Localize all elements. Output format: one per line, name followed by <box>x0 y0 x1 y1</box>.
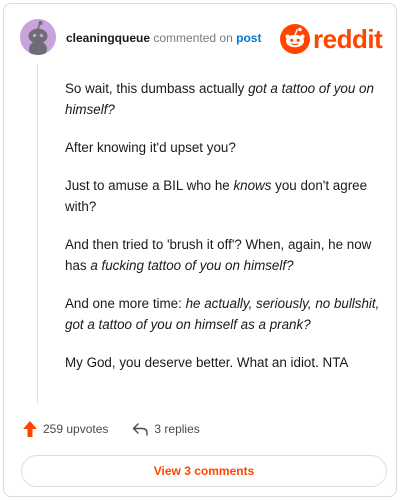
comment-text: Just to amuse a BIL who he <box>65 178 234 193</box>
avatar[interactable] <box>20 19 56 55</box>
reddit-snoo-icon <box>280 24 310 54</box>
reply-button[interactable]: 3 replies <box>132 422 200 436</box>
commented-on-label: commented on <box>153 31 233 45</box>
post-link[interactable]: post <box>236 31 261 45</box>
view-comments-button[interactable]: View 3 comments <box>21 455 387 487</box>
comment-paragraph: So wait, this dumbass actually got a tat… <box>65 78 383 120</box>
comment-text-italic: a fucking tattoo of you on himself? <box>90 258 294 273</box>
comment-text: And one more time: <box>65 296 186 311</box>
comment-card: cleaningqueue commented on post reddit S… <box>3 3 397 497</box>
comment-paragraph: Just to amuse a BIL who he knows you don… <box>65 175 383 217</box>
username[interactable]: cleaningqueue <box>66 31 150 45</box>
comment-text-italic: knows <box>233 178 272 193</box>
comment-text: So wait, this dumbass actually <box>65 81 249 96</box>
comment-text: My God, you deserve better. What an idio… <box>65 355 349 370</box>
comment-paragraph: And then tried to 'brush it off'? When, … <box>65 234 383 276</box>
reddit-logo[interactable]: reddit <box>280 22 383 56</box>
upvote-arrow-icon <box>23 421 37 437</box>
upvote-button[interactable]: 259 upvotes <box>23 421 108 437</box>
reply-count: 3 replies <box>154 422 200 436</box>
snoo-avatar-icon <box>20 19 56 55</box>
comment-body: So wait, this dumbass actually got a tat… <box>65 78 383 390</box>
comment-paragraph: My God, you deserve better. What an idio… <box>65 352 383 373</box>
reddit-wordmark: reddit <box>313 23 383 54</box>
thread-line[interactable] <box>37 64 38 404</box>
comment-text: After knowing it'd upset you? <box>65 140 236 155</box>
comment-actions: 259 upvotes 3 replies <box>23 421 224 437</box>
reply-arrow-icon <box>133 423 149 436</box>
upvote-count: 259 upvotes <box>43 422 109 436</box>
comment-header: cleaningqueue commented on post <box>66 31 261 45</box>
comment-paragraph: And one more time: he actually, seriousl… <box>65 293 383 335</box>
comment-paragraph: After knowing it'd upset you? <box>65 137 383 158</box>
